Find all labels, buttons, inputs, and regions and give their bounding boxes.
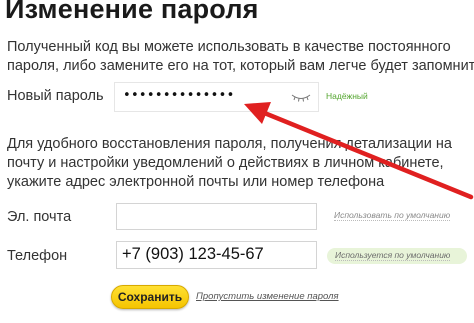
annotation-arrow bbox=[244, 102, 474, 200]
